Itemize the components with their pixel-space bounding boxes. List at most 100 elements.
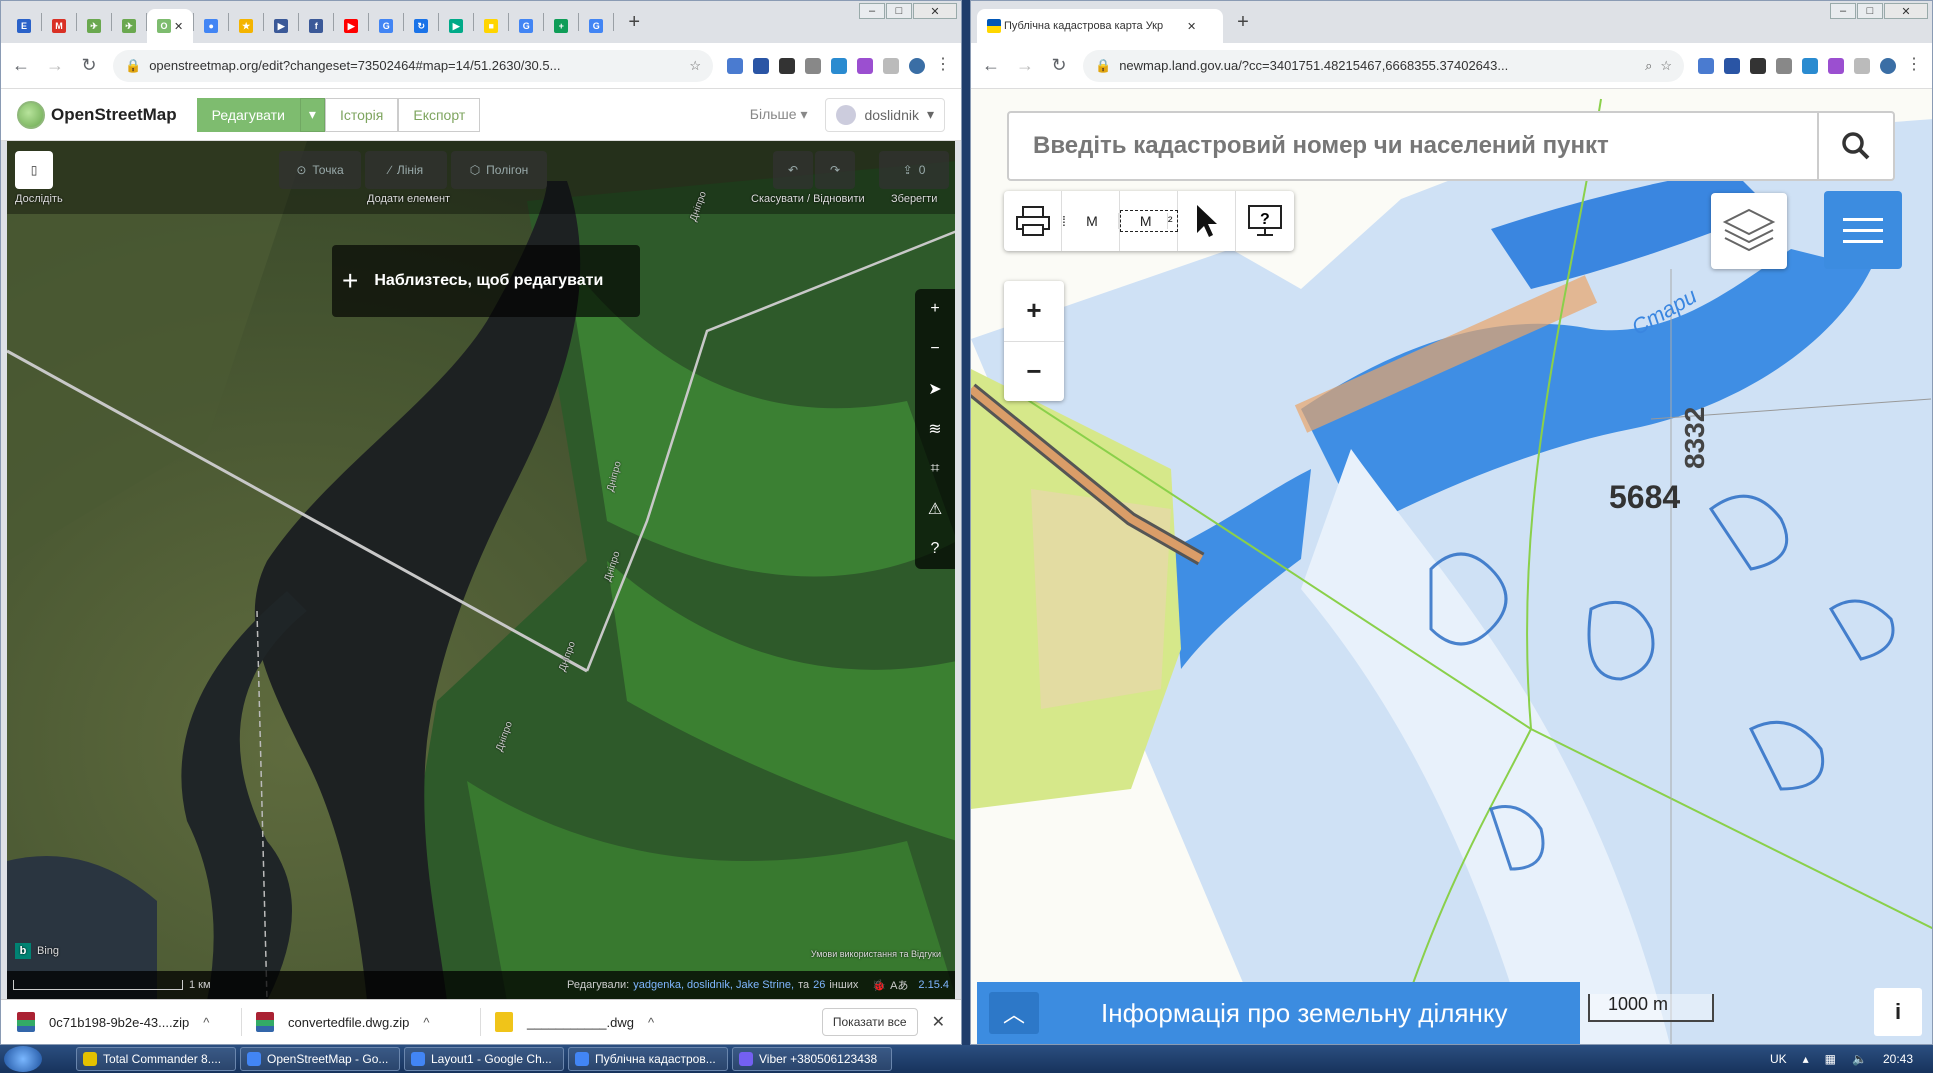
minimize-button[interactable]: – [1830, 3, 1856, 19]
measure-area-icon[interactable]: M² [1119, 191, 1178, 251]
satellite-map[interactable]: ▯ Дослідіть ⊙ Точка ∕ Лінія ⬡ Полігон Додат… [7, 141, 955, 999]
show-all-downloads-button[interactable]: Показати все [821, 1008, 918, 1036]
browser-tab[interactable]: ▶ [264, 9, 298, 43]
taskbar-item[interactable]: OpenStreetMap - Go... [240, 1047, 400, 1071]
extension-icon[interactable] [831, 57, 847, 74]
close-tab-icon[interactable]: ✕ [174, 20, 183, 33]
chevron-up-icon[interactable]: ︿ [989, 992, 1039, 1034]
zoom-out-icon[interactable]: − [1004, 342, 1064, 402]
back-button[interactable]: ← [11, 55, 31, 76]
tab-cadastral-map[interactable]: Публічна кадастрова карта Укр ✕ [977, 9, 1223, 43]
version-link[interactable]: 2.15.4 [918, 979, 949, 991]
print-icon[interactable] [1004, 191, 1062, 251]
extension-icon[interactable] [1828, 57, 1844, 74]
browser-tab[interactable]: ↻ [404, 9, 438, 43]
taskbar-item[interactable]: Layout1 - Google Ch... [404, 1047, 564, 1071]
profile-avatar[interactable] [1880, 57, 1896, 74]
terms-link[interactable]: Умови використання та Відгуки [811, 949, 941, 959]
measure-distance-icon[interactable]: ⁞ M [1062, 191, 1120, 251]
browser-tab[interactable]: G [369, 9, 403, 43]
browser-tab[interactable]: ✈ [112, 9, 146, 43]
extension-icon[interactable] [1854, 57, 1870, 74]
download-item[interactable]: 0c71b198-9b2e-43....zip ^ [17, 1012, 227, 1032]
menu-kebab-icon[interactable]: ⋮ [1906, 56, 1922, 74]
download-item[interactable]: ___________.dwg ^ [495, 1012, 705, 1032]
extension-icon[interactable] [857, 57, 873, 74]
browser-tab[interactable]: f [299, 9, 333, 43]
issues-icon[interactable]: ⚠ [915, 489, 955, 529]
menu-kebab-icon[interactable]: ⋮ [935, 56, 951, 74]
browser-tab[interactable]: ■ [474, 9, 508, 43]
taskbar-item[interactable]: Viber +380506123438 [732, 1047, 892, 1071]
tray-arrow-icon[interactable]: ▴ [1803, 1052, 1809, 1066]
star-icon[interactable]: ☆ [1660, 58, 1672, 74]
minimize-button[interactable]: – [859, 3, 885, 19]
extension-icon[interactable] [1750, 57, 1766, 74]
browser-tab[interactable]: ✈ [77, 9, 111, 43]
new-tab-icon[interactable]: + [1229, 8, 1257, 36]
browser-tab[interactable]: G [509, 9, 543, 43]
sidebar-toggle-icon[interactable]: ▯ [15, 151, 53, 189]
browser-tab[interactable]: M [42, 9, 76, 43]
osm-logo[interactable]: OpenStreetMap [17, 100, 177, 129]
topographic-map[interactable]: 5684 8332 Стари Введіть кадастровий номе… [971, 89, 1932, 1044]
extension-icon[interactable] [883, 57, 899, 74]
help-screen-icon[interactable]: ? [1236, 191, 1294, 251]
scale-bar[interactable] [13, 980, 183, 990]
zoom-out-icon[interactable]: − [915, 329, 955, 369]
edit-button[interactable]: Редагувати [196, 97, 300, 132]
more-menu[interactable]: Більше ▾ [750, 106, 808, 123]
translate-icon[interactable]: Aあ [890, 977, 908, 993]
zoom-icon[interactable]: ⌕ [1645, 58, 1652, 74]
land-parcel-info-panel[interactable]: ︿ Інформація про земельну ділянку [977, 982, 1580, 1044]
info-icon[interactable]: i [1874, 988, 1922, 1036]
extension-icon[interactable] [1802, 57, 1818, 74]
profile-avatar[interactable] [909, 57, 925, 74]
search-button[interactable] [1817, 113, 1893, 179]
forward-button[interactable]: → [1015, 55, 1035, 76]
close-window-button[interactable]: ✕ [1884, 3, 1928, 19]
browser-tab[interactable]: ★ [229, 9, 263, 43]
new-tab-icon[interactable]: + [620, 8, 648, 36]
map-data-icon[interactable]: ⌗ [915, 449, 955, 489]
extension-icon[interactable] [1724, 57, 1740, 74]
extension-icon[interactable] [727, 57, 743, 74]
extension-icon[interactable] [1776, 57, 1792, 74]
maximize-button[interactable]: □ [886, 3, 912, 19]
extension-icon[interactable] [779, 57, 795, 74]
geolocate-icon[interactable]: ➤ [915, 369, 955, 409]
chevron-up-icon[interactable]: ^ [423, 1015, 429, 1030]
cursor-icon[interactable] [1178, 191, 1236, 251]
zoom-in-icon[interactable]: + [915, 289, 955, 329]
clock[interactable]: 20:43 [1883, 1052, 1913, 1066]
taskbar-item[interactable]: Total Commander 8.... [76, 1047, 236, 1071]
back-button[interactable]: ← [981, 55, 1001, 76]
editors-count-link[interactable]: 26 [813, 979, 825, 991]
layers-button[interactable] [1711, 193, 1787, 269]
browser-tab[interactable]: O ✕ [147, 9, 194, 43]
network-icon[interactable]: ▦ [1825, 1052, 1836, 1066]
maximize-button[interactable]: □ [1857, 3, 1883, 19]
browser-tab[interactable]: ● [194, 9, 228, 43]
bug-icon[interactable]: 🐞 [872, 979, 886, 992]
add-area-button[interactable]: ⬡ Полігон [451, 151, 547, 189]
browser-tab[interactable]: ▶ [334, 9, 368, 43]
undo-icon[interactable]: ↶ [773, 151, 813, 189]
star-icon[interactable]: ☆ [689, 58, 701, 74]
hamburger-menu-icon[interactable] [1824, 191, 1902, 269]
download-item[interactable]: convertedfile.dwg.zip ^ [256, 1012, 466, 1032]
browser-tab[interactable]: + [544, 9, 578, 43]
forward-button[interactable]: → [45, 55, 65, 76]
browser-tab[interactable]: E [7, 9, 41, 43]
language-indicator[interactable]: UK [1770, 1052, 1787, 1066]
save-button[interactable]: ⇪ 0 [879, 151, 949, 189]
add-point-button[interactable]: ⊙ Точка [279, 151, 361, 189]
extension-icon[interactable] [1698, 57, 1714, 74]
edit-dropdown-caret-icon[interactable]: ▾ [299, 97, 325, 132]
zoom-in-icon[interactable]: + [1004, 281, 1064, 342]
redo-icon[interactable]: ↷ [815, 151, 855, 189]
editors-links[interactable]: yadgenka, doslidnik, Jake Strine, [633, 979, 794, 991]
browser-tab[interactable]: G [579, 9, 613, 43]
reload-button[interactable]: ↻ [1049, 55, 1069, 76]
history-tab[interactable]: Історія [324, 97, 399, 132]
